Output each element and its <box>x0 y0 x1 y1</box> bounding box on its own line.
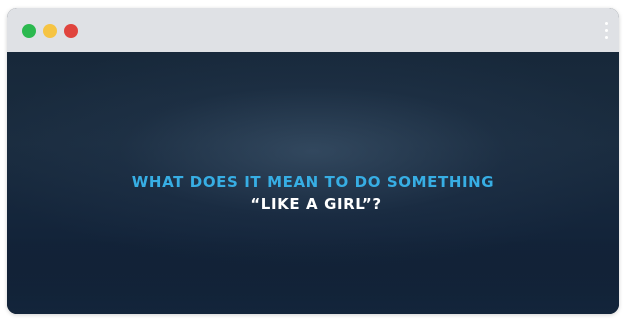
close-button[interactable] <box>64 24 78 38</box>
video-frame[interactable]: WHAT DOES IT MEAN TO DO SOMETHING “LIKE … <box>7 52 619 314</box>
maximize-button[interactable] <box>22 24 36 38</box>
menu-dot <box>605 36 608 39</box>
caption-line-2: “LIKE A GIRL”? <box>250 195 382 213</box>
menu-dot <box>605 29 608 32</box>
kebab-menu-icon[interactable] <box>601 20 613 42</box>
title-bar <box>7 8 619 52</box>
background-glow <box>7 244 619 314</box>
caption-line-1: WHAT DOES IT MEAN TO DO SOMETHING <box>131 173 495 191</box>
browser-window: WHAT DOES IT MEAN TO DO SOMETHING “LIKE … <box>7 8 619 314</box>
minimize-button[interactable] <box>43 24 57 38</box>
menu-dot <box>605 22 608 25</box>
